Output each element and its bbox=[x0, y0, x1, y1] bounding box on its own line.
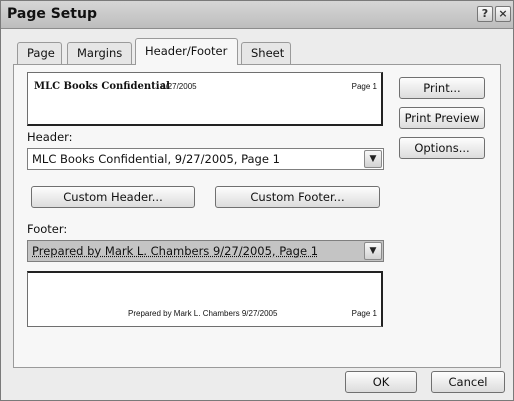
tab-sheet[interactable]: Sheet bbox=[241, 42, 291, 64]
tab-page[interactable]: Page bbox=[17, 42, 62, 64]
tab-margins[interactable]: Margins bbox=[67, 42, 132, 64]
header-preview-left: MLC Books Confidential bbox=[34, 81, 170, 92]
footer-preview-right: Page 1 bbox=[351, 309, 377, 318]
page-setup-dialog: Page Setup ? × Page Margins Header/Foote… bbox=[0, 0, 514, 401]
chevron-down-icon[interactable]: ▼ bbox=[364, 150, 382, 168]
header-label: Header: bbox=[27, 130, 73, 144]
header-preview-center: 9/27/2005 bbox=[161, 82, 197, 91]
custom-footer-button[interactable]: Custom Footer... bbox=[215, 186, 380, 208]
footer-preview: Prepared by Mark L. Chambers 9/27/2005 P… bbox=[27, 271, 383, 327]
header-preview-right: Page 1 bbox=[351, 82, 377, 91]
cancel-button[interactable]: Cancel bbox=[431, 371, 505, 393]
title-bar: Page Setup ? × bbox=[1, 1, 513, 29]
footer-dropdown[interactable]: Prepared by Mark L. Chambers 9/27/2005, … bbox=[27, 240, 384, 262]
options-button[interactable]: Options... bbox=[399, 137, 485, 159]
ok-button[interactable]: OK bbox=[345, 371, 417, 393]
footer-dropdown-value: Prepared by Mark L. Chambers 9/27/2005, … bbox=[32, 244, 319, 258]
footer-preview-center: Prepared by Mark L. Chambers 9/27/2005 bbox=[128, 309, 278, 318]
print-button[interactable]: Print... bbox=[399, 77, 485, 99]
header-dropdown[interactable]: MLC Books Confidential, 9/27/2005, Page … bbox=[27, 148, 384, 170]
close-icon[interactable]: × bbox=[495, 6, 511, 22]
header-preview: MLC Books Confidential 9/27/2005 Page 1 bbox=[27, 72, 383, 126]
tab-header-footer[interactable]: Header/Footer bbox=[135, 38, 238, 65]
custom-header-button[interactable]: Custom Header... bbox=[31, 186, 195, 208]
footer-label: Footer: bbox=[27, 222, 68, 236]
header-dropdown-value: MLC Books Confidential, 9/27/2005, Page … bbox=[32, 152, 280, 166]
print-preview-button[interactable]: Print Preview bbox=[399, 107, 485, 129]
dialog-title: Page Setup bbox=[7, 6, 97, 22]
chevron-down-icon[interactable]: ▼ bbox=[364, 242, 382, 260]
help-icon[interactable]: ? bbox=[477, 6, 493, 22]
